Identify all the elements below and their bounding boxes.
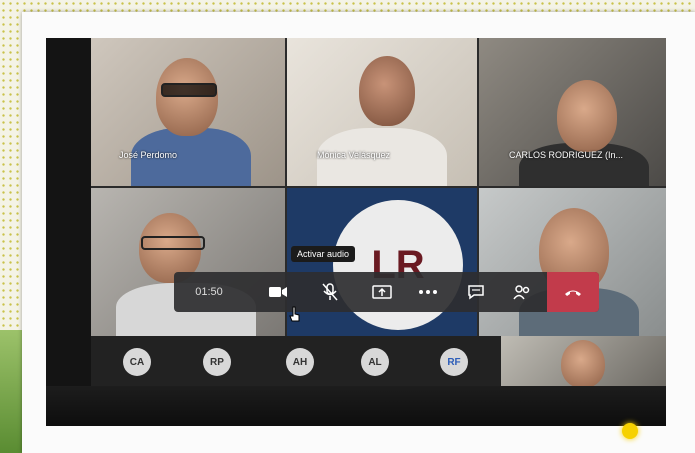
mic-off-icon — [322, 283, 338, 301]
tooltip: Activar audio — [291, 246, 356, 262]
people-icon — [513, 285, 530, 300]
video-tile-4[interactable] — [91, 188, 285, 336]
participant-name-1: José Perdomo — [119, 150, 178, 160]
hang-up-icon — [565, 290, 581, 296]
participant-chip-ah[interactable]: AH — [286, 348, 314, 376]
chat-button[interactable] — [454, 272, 498, 312]
video-tile-3[interactable]: CARLOS RODRIGUEZ (In... — [479, 38, 666, 186]
participant-name-2: Mónica Velásquez — [317, 150, 391, 160]
participant-chip-rf[interactable]: RF — [440, 348, 468, 376]
participant-name-3: CARLOS RODRIGUEZ (In... — [509, 150, 624, 160]
share-screen-icon — [372, 285, 392, 299]
more-button[interactable] — [406, 272, 450, 312]
participants-button[interactable] — [500, 272, 544, 312]
photo-frame: José Perdomo Mónica Velásquez CARLOS ROD… — [22, 12, 695, 453]
meeting-screen: José Perdomo Mónica Velásquez CARLOS ROD… — [91, 38, 666, 386]
share-screen-button[interactable] — [360, 272, 404, 312]
hand-cursor-icon — [289, 306, 300, 322]
participant-face — [561, 340, 605, 386]
monitor: José Perdomo Mónica Velásquez CARLOS ROD… — [46, 38, 666, 426]
mic-button[interactable] — [308, 272, 352, 312]
participant-chip-rp[interactable]: RP — [203, 348, 231, 376]
participant-strip: CA RP AH AL RF — [91, 336, 666, 386]
more-icon — [419, 290, 437, 294]
participant-face — [557, 80, 617, 152]
video-tile-2[interactable]: Mónica Velásquez — [287, 38, 477, 186]
monitor-bezel — [46, 386, 666, 426]
hang-up-button[interactable] — [547, 272, 599, 312]
participant-face — [156, 58, 218, 136]
participant-face — [359, 56, 415, 126]
participant-chip-ca[interactable]: CA — [123, 348, 151, 376]
participant-chip-al[interactable]: AL — [361, 348, 389, 376]
meeting-toolbar: 01:50 — [174, 272, 599, 312]
video-tile-1[interactable]: José Perdomo — [91, 38, 285, 186]
call-timer: 01:50 — [195, 286, 223, 298]
participant-video-thumbnail[interactable] — [501, 336, 666, 386]
video-tile-6[interactable] — [479, 188, 666, 336]
monitor-power-led — [622, 423, 638, 439]
camera-icon — [269, 287, 287, 297]
chat-icon — [468, 285, 484, 300]
